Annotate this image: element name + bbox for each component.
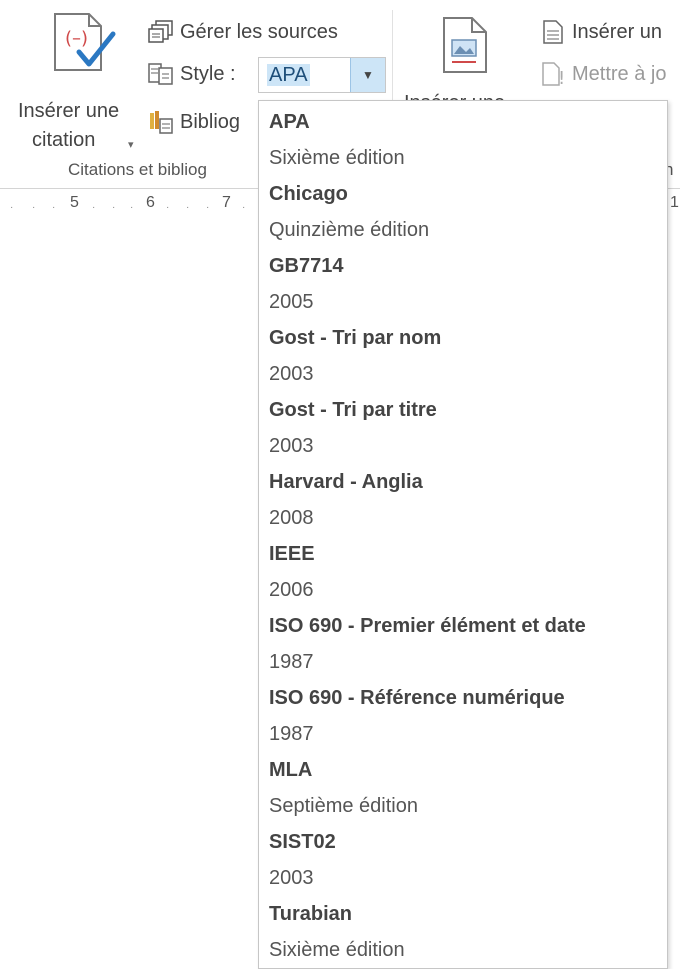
style-option-iso690-first[interactable]: ISO 690 - Premier élément et date 1987: [259, 605, 667, 677]
style-option-name: APA: [269, 111, 310, 133]
style-option-name: Harvard - Anglia: [269, 471, 423, 493]
style-option-mla[interactable]: MLA Septième édition: [259, 749, 667, 821]
style-option-gost-title[interactable]: Gost - Tri par titre 2003: [259, 389, 667, 461]
style-option-name: Turabian: [269, 903, 352, 925]
ruler-tick: ·: [32, 202, 36, 213]
style-option-name: Chicago: [269, 183, 348, 205]
style-select-value[interactable]: APA: [267, 64, 310, 86]
citations-group-label: Citations et bibliog: [68, 160, 207, 179]
style-option-edition: Quinzième édition: [269, 219, 430, 241]
ruler-tick: ·: [52, 202, 56, 213]
ruler-tick: ·: [242, 202, 246, 213]
style-option-name: ISO 690 - Référence numérique: [269, 687, 565, 709]
ruler-tick: ·: [186, 202, 190, 213]
style-option-name: SIST02: [269, 831, 336, 853]
svg-text:!: !: [558, 68, 565, 86]
style-option-gost-name[interactable]: Gost - Tri par nom 2003: [259, 317, 667, 389]
style-option-edition: 2003: [269, 435, 314, 457]
style-option-name: GB7714: [269, 255, 344, 277]
ruler-tick: ·: [166, 202, 170, 213]
style-option-edition: 2003: [269, 363, 314, 385]
style-option-edition: Sixième édition: [269, 939, 405, 961]
bibliography-button[interactable]: Bibliog: [148, 108, 240, 136]
style-option-edition: 2008: [269, 507, 314, 529]
ruler-tick: ·: [112, 202, 116, 213]
insert-citation-button[interactable]: (–) Insérer une citation ▾: [14, 12, 134, 152]
update-table-label: Mettre à jo: [572, 62, 667, 85]
ruler-mark: 6: [146, 194, 155, 211]
insert-table-label: Insérer un: [572, 20, 663, 43]
style-option-edition: 2006: [269, 579, 314, 601]
manage-sources-label: Gérer les sources: [180, 20, 338, 43]
ruler-tick: ·: [130, 202, 134, 213]
style-select[interactable]: APA ▼: [258, 57, 386, 93]
insert-citation-label-line2: citation: [32, 129, 96, 151]
manage-sources-icon: [148, 20, 174, 44]
ruler-mark: 7: [222, 194, 231, 211]
word-window: (–) Insérer une citation ▾ Gérer les sou…: [0, 0, 680, 969]
ruler-tick: ·: [10, 202, 14, 213]
ruler-tick: ·: [206, 202, 210, 213]
insert-citation-icon: (–): [49, 12, 119, 72]
style-option-gb7714[interactable]: GB7714 2005: [259, 245, 667, 317]
style-option-name: MLA: [269, 759, 313, 781]
style-option-name: Gost - Tri par nom: [269, 327, 442, 349]
insert-citation-label-line1: Insérer une: [18, 100, 120, 122]
manage-sources-button[interactable]: Gérer les sources: [148, 18, 338, 46]
insert-caption-icon: [442, 16, 488, 79]
insert-caption-button[interactable]: Insérer une: [404, 12, 524, 114]
style-option-edition: 1987: [269, 723, 314, 745]
ruler-mark: 1: [670, 194, 679, 211]
style-option-edition: 2003: [269, 867, 314, 889]
style-option-iso690-numeric[interactable]: ISO 690 - Référence numérique 1987: [259, 677, 667, 749]
ruler-tick: ·: [92, 202, 96, 213]
style-dropdown-list: APA Sixième édition Chicago Quinzième éd…: [258, 100, 668, 969]
style-option-name: Gost - Tri par titre: [269, 399, 437, 421]
style-option-edition: 1987: [269, 651, 314, 673]
style-option-turabian[interactable]: Turabian Sixième édition: [259, 893, 667, 965]
document-icon: [540, 20, 566, 44]
bibliography-label: Bibliog: [180, 110, 241, 133]
style-option-harvard-anglia[interactable]: Harvard - Anglia 2008: [259, 461, 667, 533]
style-option-chicago[interactable]: Chicago Quinzième édition: [259, 173, 667, 245]
style-option-edition: Sixième édition: [269, 147, 405, 169]
style-option-sist02[interactable]: SIST02 2003: [259, 821, 667, 893]
style-option-edition: Septième édition: [269, 795, 418, 817]
style-option-edition: 2005: [269, 291, 314, 313]
style-icon: [148, 62, 174, 86]
bibliography-icon: [148, 110, 174, 134]
update-warning-icon: !: [540, 62, 566, 89]
style-option-ieee[interactable]: IEEE 2006: [259, 533, 667, 605]
svg-text:(–): (–): [65, 28, 88, 49]
style-option-apa[interactable]: APA Sixième édition: [259, 101, 667, 173]
style-option-name: ISO 690 - Premier élément et date: [269, 615, 586, 637]
chevron-down-icon: ▾: [128, 139, 134, 151]
style-option-name: IEEE: [269, 543, 315, 565]
insert-table-button[interactable]: Insérer un: [540, 18, 662, 46]
style-label-group: Style :: [148, 60, 236, 88]
chevron-down-icon[interactable]: ▼: [350, 58, 385, 92]
ruler-mark: 5: [70, 194, 79, 211]
style-label: Style :: [180, 62, 236, 85]
update-table-button[interactable]: ! Mettre à jo: [540, 60, 667, 89]
